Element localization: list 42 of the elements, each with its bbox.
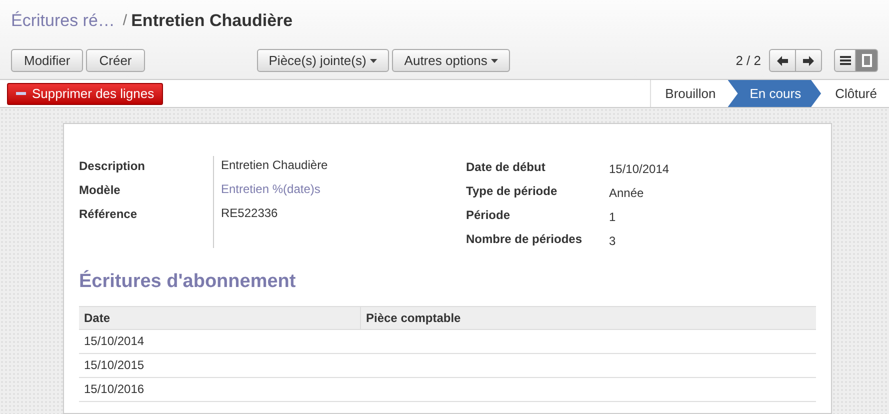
field-value: 3 xyxy=(609,233,616,248)
caret-icon xyxy=(491,58,498,62)
field-label: Modèle xyxy=(79,182,122,198)
right-arrow-icon xyxy=(803,56,814,66)
field-label: Date de début xyxy=(466,159,546,176)
section-title: Écritures d'abonnement xyxy=(79,269,297,294)
field-link[interactable]: Entretien %(date)s xyxy=(221,180,328,197)
breadcrumb-link[interactable]: Écritures ré… xyxy=(11,8,115,34)
dropdown-button[interactable]: Autres options xyxy=(392,49,510,72)
field-value: 1 xyxy=(609,209,616,224)
minus-icon xyxy=(16,92,26,95)
edit-button[interactable]: Modifier xyxy=(11,49,84,72)
caret-icon xyxy=(370,58,378,62)
table-cell-text: 15/10/2016 xyxy=(83,381,146,398)
field-label: Type de période xyxy=(466,183,558,200)
left-arrow-icon xyxy=(777,56,788,66)
record-title: Entretien Chaudière xyxy=(131,10,293,32)
column-header[interactable]: Pièce comptable xyxy=(361,306,816,328)
form-icon xyxy=(862,54,872,67)
field-value: RE522336 xyxy=(221,205,279,221)
breadcrumb-separator: / xyxy=(122,10,128,31)
list-icon xyxy=(840,56,850,65)
delete-lines-button[interactable]: Supprimer des lignes xyxy=(7,82,164,104)
stage-step[interactable]: Brouillon xyxy=(651,80,728,107)
field-label: Référence xyxy=(79,206,138,222)
column-header[interactable]: Date xyxy=(79,306,361,328)
stage-step[interactable]: En cours xyxy=(728,80,822,107)
list-view-button[interactable] xyxy=(834,49,856,72)
table-cell-text: 15/10/2014 xyxy=(83,333,146,350)
create-button[interactable]: Créer xyxy=(86,49,145,72)
field-label: Période xyxy=(466,207,512,224)
next-button[interactable] xyxy=(796,49,822,72)
dropdown-button[interactable]: Pièce(s) jointe(s) xyxy=(256,49,390,72)
field-value: Année xyxy=(609,185,644,200)
stage-step[interactable]: Clôturé xyxy=(821,80,889,107)
field-label: Description xyxy=(79,158,146,174)
table-cell-text: 15/10/2015 xyxy=(83,357,146,374)
previous-button[interactable] xyxy=(769,49,796,72)
field-label: Nombre de périodes xyxy=(466,231,584,248)
field-value: Entretien Chaudière xyxy=(221,157,328,173)
pager-counter: 2 / 2 xyxy=(736,52,761,70)
field-value: 15/10/2014 xyxy=(609,161,670,176)
